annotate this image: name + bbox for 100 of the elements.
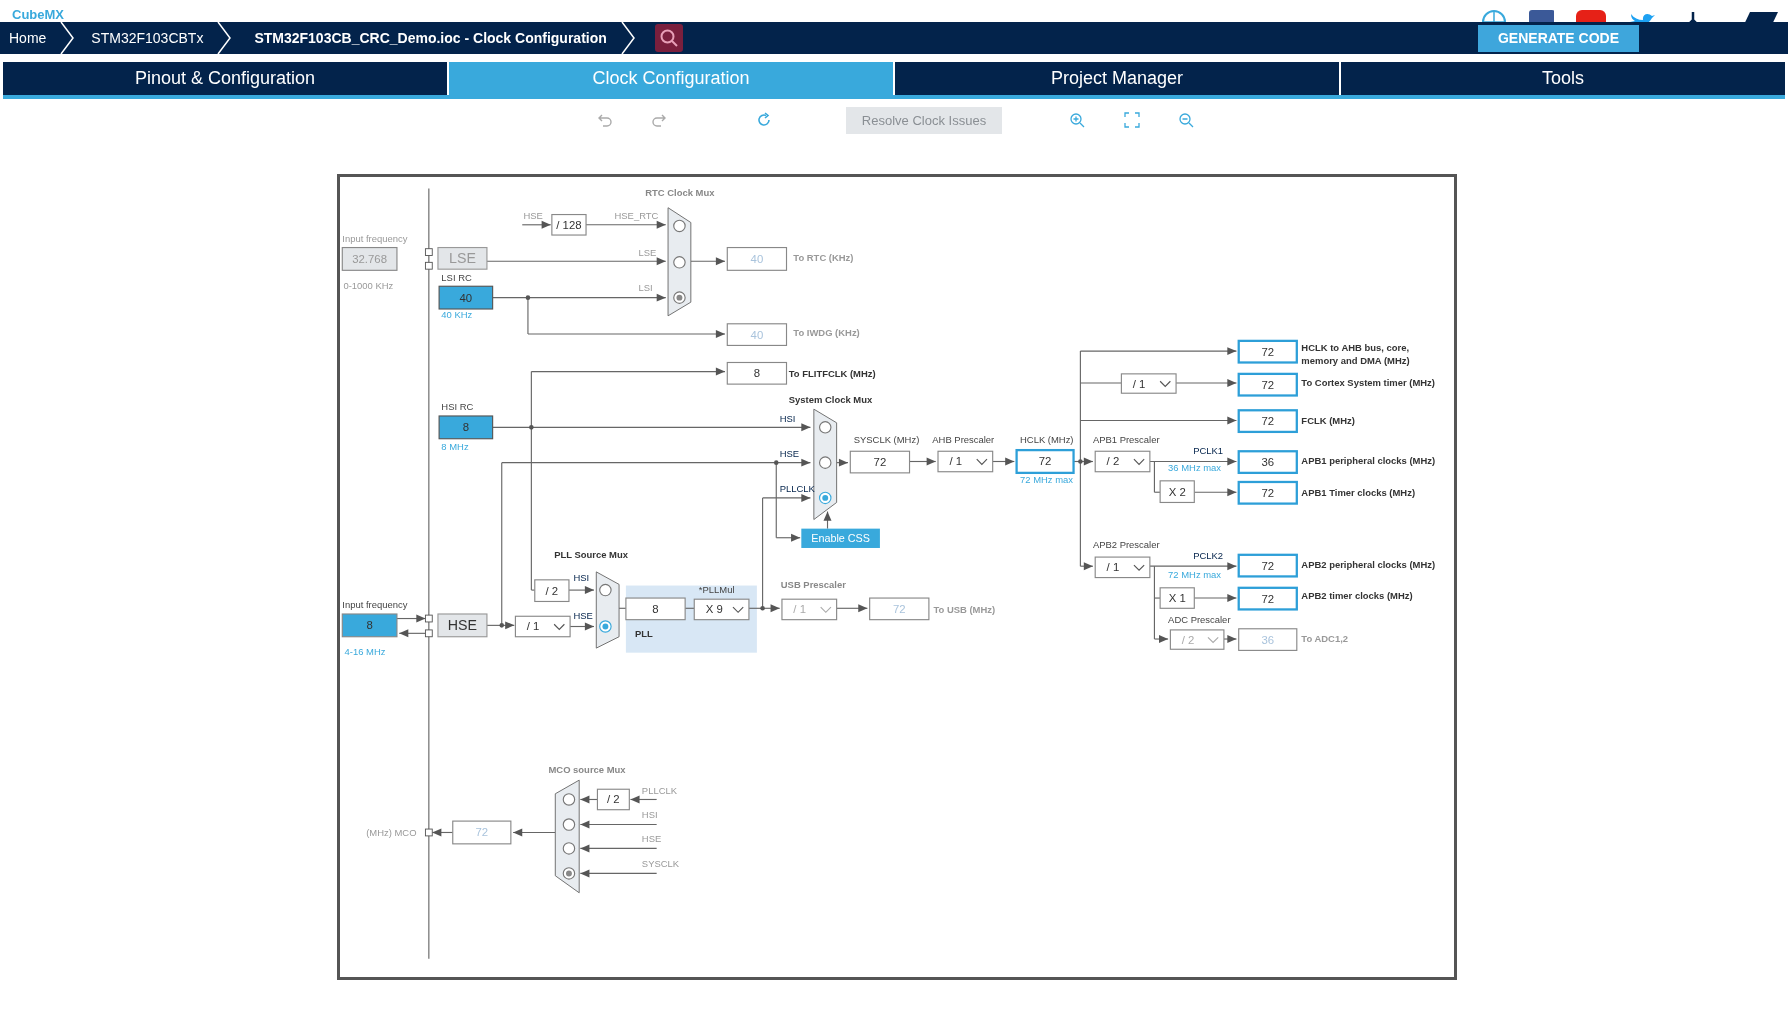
connector-arrow [762, 493, 811, 502]
diagram-label: To ADC1,2 [1301, 633, 1349, 645]
pin-square [424, 261, 433, 270]
junction-dot [529, 425, 534, 430]
prescaler-dropdown[interactable]: / 1 [937, 450, 994, 473]
radio-button[interactable] [818, 421, 832, 434]
radio-button[interactable] [673, 256, 686, 269]
signal-label: HSI [779, 412, 796, 424]
search-icon[interactable] [654, 24, 683, 52]
prescaler-dropdown[interactable]: X 9 [693, 598, 750, 621]
radio-button[interactable] [562, 842, 576, 855]
breadcrumb-link[interactable]: Home [0, 30, 61, 46]
diagram-label: To IWDG (KHz) [793, 327, 860, 339]
connector-arrow [1153, 635, 1169, 643]
zoom-out-icon[interactable] [1178, 112, 1194, 128]
tab[interactable]: Project Manager [895, 62, 1339, 95]
zoom-in-icon[interactable] [1069, 112, 1085, 128]
diagram-label: Input frequency [342, 599, 408, 611]
diagram-label: (MHz) MCO [366, 826, 417, 838]
radio-button[interactable] [599, 583, 612, 597]
refresh-icon[interactable] [756, 112, 772, 128]
value-box: X 1 [1159, 587, 1195, 609]
pin-square [424, 629, 433, 638]
signal-label: SYSCLK [641, 857, 680, 869]
junction-dot [1078, 459, 1083, 464]
connector-arrow [431, 828, 454, 837]
connector-arrow [396, 614, 426, 623]
radio-button[interactable] [818, 456, 832, 469]
diagram-label: ADC Prescaler [1168, 614, 1231, 626]
value-box: 8 [726, 361, 788, 385]
prescaler-dropdown[interactable]: / 2 [1094, 450, 1151, 473]
frequency-field[interactable]: 8 [341, 613, 398, 638]
undo-icon[interactable] [597, 112, 613, 128]
output-value: 36 [1237, 450, 1298, 474]
radio-button[interactable] [562, 793, 576, 806]
diagram-label: HSE [523, 210, 543, 222]
connector-arrow [1193, 488, 1237, 497]
radio-button[interactable] [599, 620, 612, 633]
diagram-label: 40 KHz [441, 309, 473, 321]
breadcrumb-link[interactable]: STM32F103CB_CRC_Demo.ioc - Clock Configuration [239, 30, 621, 46]
signal-label: HSE [641, 832, 662, 844]
tab[interactable]: Pinout & Configuration [3, 62, 447, 95]
oscillator-value: 8 [438, 415, 494, 440]
connector-arrow [748, 604, 781, 613]
connector-line [618, 607, 627, 609]
connector-arrow [775, 533, 801, 542]
connector-arrow [568, 586, 595, 595]
output-value: 72 [1237, 372, 1298, 397]
diagram-label: PCLK2 [1193, 550, 1224, 562]
diagram-label: To FLITFCLK (MHz) [788, 368, 876, 380]
diagram-label: 72 MHz max [1168, 568, 1222, 580]
source-block: LSE [437, 247, 488, 270]
redo-icon[interactable] [651, 112, 667, 128]
signal-label: HSI [573, 572, 590, 583]
breadcrumb-link[interactable]: STM32F103CBTx [82, 30, 218, 46]
output-value: 72 [1237, 586, 1298, 611]
prescaler-dropdown[interactable]: / 1 [514, 615, 571, 638]
diagram-label: HCLK to AHB bus, core, [1301, 342, 1410, 354]
radio-button[interactable] [562, 818, 576, 831]
junction-dot [774, 460, 779, 465]
diagram-label: To RTC (KHz) [793, 252, 854, 264]
output-value: 72 [1237, 409, 1298, 434]
signal-label: HSE_RTC [614, 210, 659, 222]
diagram-label: SYSCLK (MHz) [853, 434, 920, 446]
value-box: X 2 [1159, 480, 1195, 504]
value-box: 40 [726, 323, 788, 346]
output-value: 72 [1015, 449, 1075, 474]
diagram-label: APB2 timer clocks (MHz) [1301, 590, 1413, 602]
diagram-label: APB2 peripheral clocks (MHz) [1301, 559, 1436, 571]
breadcrumb-separator-icon [60, 22, 75, 54]
diagram-label: 72 MHz max [1020, 474, 1073, 486]
diagram-label: 8 MHz [441, 441, 469, 453]
tab[interactable]: Tools [1341, 62, 1785, 95]
diagram-label: APB1 Timer clocks (MHz) [1301, 486, 1416, 498]
value-box: 72 [849, 450, 911, 474]
connector-arrow [521, 220, 552, 229]
value-box: / 2 [534, 579, 570, 603]
diagram-label: HSI RC [441, 401, 474, 413]
prescaler-dropdown[interactable]: / 1 [1094, 556, 1151, 579]
connector-arrow [486, 621, 515, 630]
radio-button[interactable] [673, 219, 686, 233]
prescaler-dropdown[interactable]: / 1 [1120, 373, 1177, 394]
output-value: 72 [1237, 480, 1298, 505]
value-box: 36 [1238, 628, 1298, 651]
radio-button[interactable] [673, 291, 686, 304]
diagram-label: Input frequency [342, 232, 408, 244]
diagram-label: To Cortex System timer (MHz) [1301, 377, 1435, 389]
diagram-label: APB1 peripheral clocks (MHz) [1301, 454, 1436, 466]
radio-button[interactable] [562, 867, 576, 880]
output-value: 72 [1237, 553, 1298, 578]
diagram-label: PLL [635, 627, 653, 639]
connector-arrow [569, 622, 595, 631]
diagram-label: memory and DMA (MHz) [1301, 354, 1410, 366]
signal-label: HSE [779, 447, 800, 459]
radio-button[interactable] [818, 491, 832, 505]
value-box: / 2 [596, 788, 630, 811]
connector-arrow [1079, 562, 1094, 571]
diagram-label: System Clock Mux [788, 394, 873, 406]
value-box: / 128 [551, 214, 587, 236]
value-box: 72 [452, 820, 512, 845]
